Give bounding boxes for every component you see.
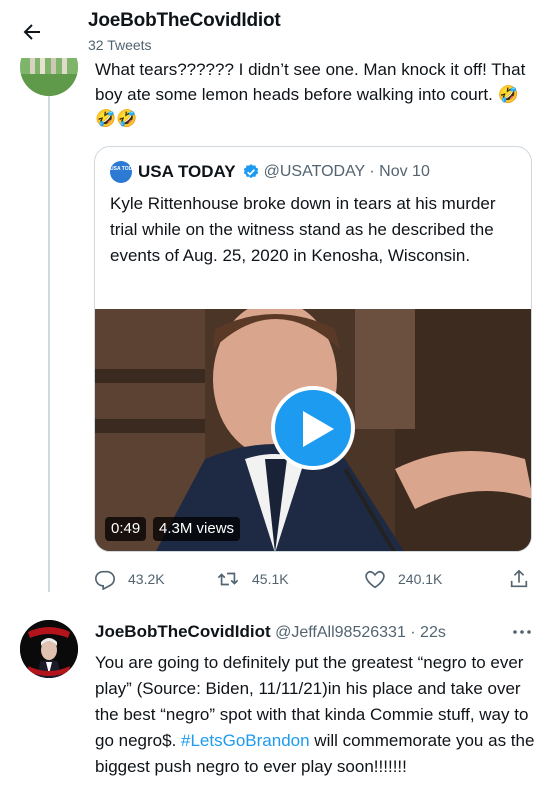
profile-header: JoeBobTheCovidIdiot 32 Tweets xyxy=(0,0,553,58)
tweet-actions: 43.2K 45.1K 240.1K xyxy=(94,566,534,592)
tweet-header: JoeBobTheCovidIdiot @JeffAll98526331 · 2… xyxy=(95,622,535,642)
usatoday-logo: USA TODAY xyxy=(110,161,139,183)
video-views: 4.3M views xyxy=(153,517,241,541)
quoted-tweet[interactable]: USA TODAY USA TODAY @USATODAY · Nov 10 K… xyxy=(94,146,532,552)
thread-line xyxy=(48,84,50,592)
retweet-count: 45.1K xyxy=(252,571,289,587)
play-button[interactable] xyxy=(271,386,355,470)
tweet-count: 32 Tweets xyxy=(88,37,152,53)
tweet-text: What tears?????? I didn’t see one. Man k… xyxy=(95,60,526,128)
retweet-icon xyxy=(217,572,239,586)
video-duration: 0:49 xyxy=(105,517,147,541)
quoted-tweet-header: USA TODAY USA TODAY @USATODAY · Nov 10 xyxy=(110,161,430,183)
author-name[interactable]: JoeBobTheCovidIdiot xyxy=(95,622,271,641)
more-icon[interactable] xyxy=(510,622,534,642)
play-icon xyxy=(303,411,334,447)
back-arrow-icon[interactable] xyxy=(20,20,44,44)
reply-count: 43.2K xyxy=(128,571,165,587)
avatar[interactable] xyxy=(20,620,78,678)
like-count: 240.1K xyxy=(398,571,443,587)
hashtag-link[interactable]: #LetsGoBrandon xyxy=(181,731,310,750)
profile-name: JoeBobTheCovidIdiot xyxy=(88,10,281,31)
retweet-button[interactable]: 45.1K xyxy=(216,566,289,592)
like-button[interactable]: 240.1K xyxy=(364,566,442,592)
quoted-author-name[interactable]: USA TODAY xyxy=(138,162,236,182)
like-icon xyxy=(365,571,385,589)
reply-icon xyxy=(95,570,115,590)
verified-badge-icon xyxy=(243,164,258,179)
quoted-tweet-text: Kyle Rittenhouse broke down in tears at … xyxy=(110,194,496,265)
video-player[interactable]: 0:49 4.3M views xyxy=(95,309,531,551)
tweet-text: You are going to definitely put the grea… xyxy=(95,650,535,780)
reply-button[interactable]: 43.2K xyxy=(94,566,165,592)
author-handle-time: @JeffAll98526331 · 22s xyxy=(275,624,446,641)
share-button[interactable] xyxy=(508,566,542,592)
share-icon xyxy=(510,569,528,588)
quoted-handle-time: @USATODAY · Nov 10 xyxy=(263,163,430,180)
